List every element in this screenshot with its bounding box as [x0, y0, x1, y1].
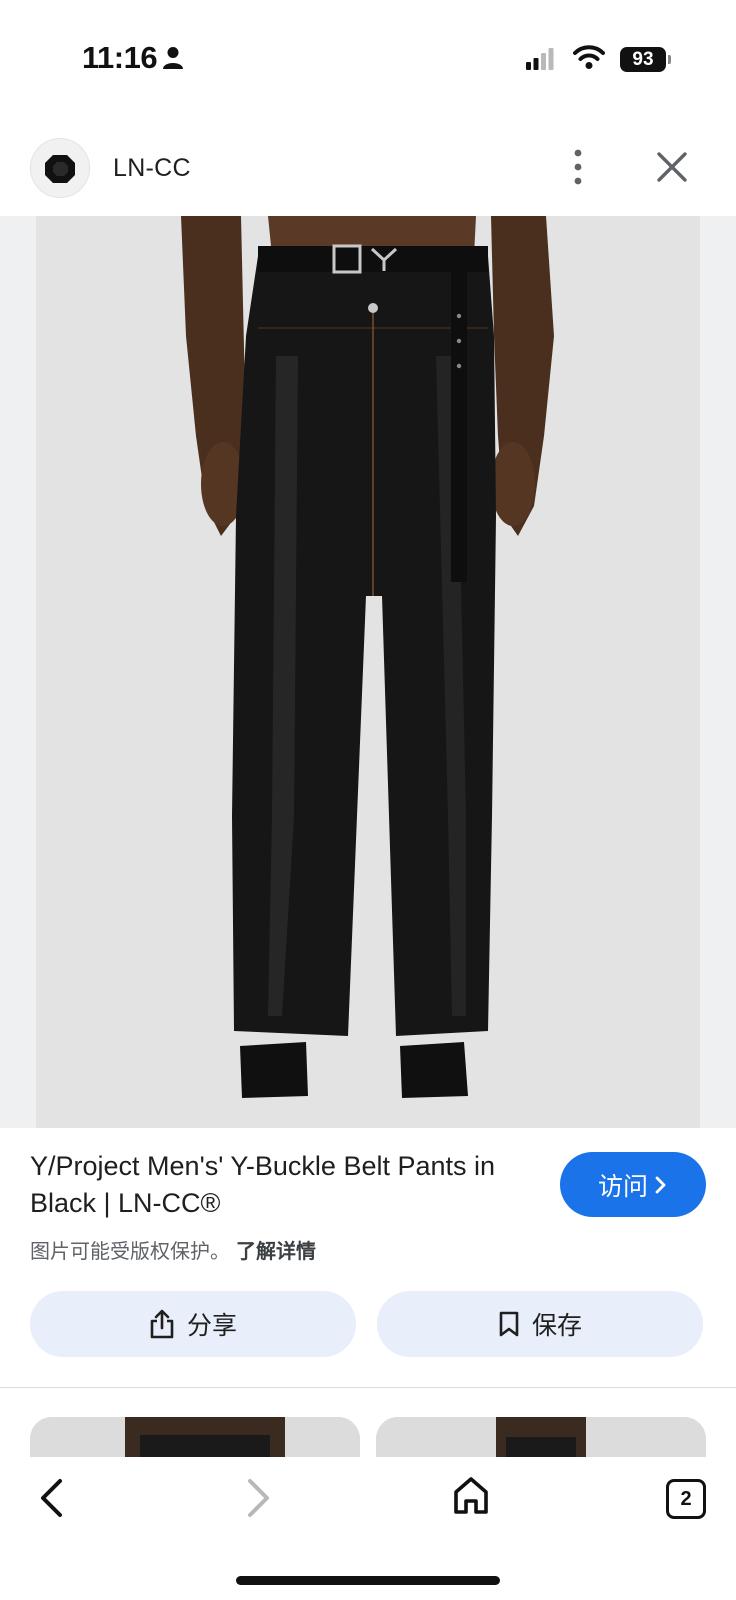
person-icon — [163, 47, 183, 69]
save-label: 保存 — [531, 1311, 582, 1340]
close-icon[interactable] — [655, 150, 689, 184]
octagon-logo-icon — [45, 155, 75, 183]
related-image-2[interactable] — [376, 1417, 706, 1457]
related-thumbnail — [30, 1417, 360, 1457]
copyright-notice: 图片可能受版权保护。 — [30, 1239, 230, 1263]
save-button[interactable]: 保存 — [377, 1291, 703, 1357]
share-icon — [150, 1309, 174, 1339]
more-vertical-icon[interactable] — [566, 148, 590, 186]
visit-button-label: 访问 — [597, 1171, 648, 1201]
home-icon[interactable] — [452, 1475, 490, 1515]
site-name[interactable]: LN-CC — [113, 154, 191, 183]
learn-more-link[interactable]: 了解详情 — [236, 1239, 316, 1263]
home-indicator — [236, 1576, 500, 1585]
bookmark-icon — [499, 1311, 519, 1337]
copyright-row: 图片可能受版权保护。 了解详情 — [30, 1235, 316, 1264]
product-title[interactable]: Y/Project Men's' Y-Buckle Belt Pants in … — [30, 1148, 500, 1222]
forward-arrow-icon[interactable] — [244, 1477, 274, 1519]
wifi-icon — [573, 45, 605, 69]
product-image[interactable] — [36, 216, 700, 1128]
divider — [0, 1387, 736, 1388]
related-image-1[interactable] — [30, 1417, 360, 1457]
battery-nub — [668, 55, 671, 64]
share-label: 分享 — [186, 1311, 237, 1340]
share-button[interactable]: 分享 — [30, 1291, 356, 1357]
visit-button[interactable]: 访问 — [560, 1152, 706, 1217]
status-time: 11:16 — [82, 40, 158, 75]
battery-indicator: 93 — [620, 47, 666, 72]
signal-icon — [526, 48, 554, 70]
related-thumbnail — [376, 1417, 706, 1457]
tabs-button[interactable]: 2 — [666, 1479, 706, 1519]
back-arrow-icon[interactable] — [36, 1477, 66, 1519]
chevron-right-icon — [655, 1176, 666, 1193]
site-logo[interactable] — [30, 138, 90, 198]
